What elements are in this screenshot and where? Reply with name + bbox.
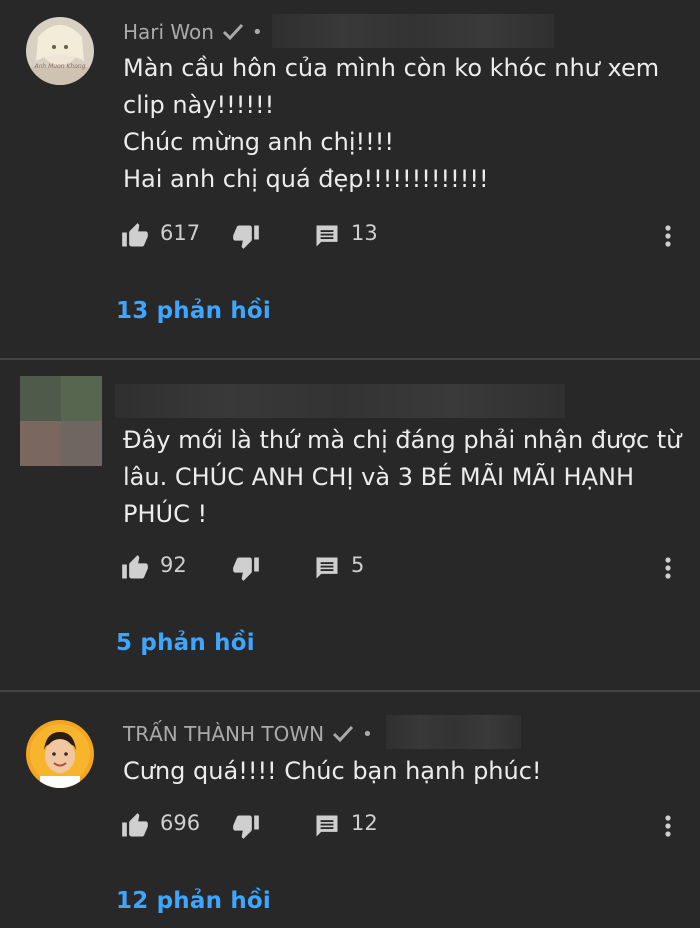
avatar-pixel — [61, 421, 102, 466]
comment-hari-won: Anh Muon Khong Hari Won • Màn cầu hôn củ… — [0, 0, 700, 360]
comment-anonymous: Đây mới là thứ mà chị đáng phải nhận đượ… — [0, 360, 700, 692]
reply-count: 13 — [351, 221, 378, 245]
comment-line: Hai anh chị quá đẹp!!!!!!!!!!!!! — [123, 165, 489, 193]
comment-actions: 617 13 — [0, 219, 700, 253]
comment-icon[interactable] — [313, 222, 341, 250]
avatar-pixel — [61, 376, 102, 421]
avatar[interactable]: Anh Muon Khong — [26, 17, 94, 85]
view-replies-link[interactable]: 13 phản hồi — [116, 298, 271, 324]
comment-author-line: TRẤN THÀNH TOWN • — [123, 719, 373, 749]
comment-actions: 92 5 — [0, 551, 700, 585]
thumbs-down-icon[interactable] — [232, 222, 260, 250]
comment-text: Cưng quá!!!! Chúc bạn hạnh phúc! — [123, 753, 683, 790]
comment-actions: 696 12 — [0, 809, 700, 843]
view-replies-link[interactable]: 5 phản hồi — [116, 630, 255, 656]
reply-count: 12 — [351, 811, 378, 835]
avatar[interactable] — [20, 376, 102, 466]
view-replies-link[interactable]: 12 phản hồi — [116, 888, 271, 914]
thumbs-down-icon[interactable] — [232, 554, 260, 582]
thumbs-down-icon[interactable] — [232, 812, 260, 840]
checkmark-icon — [222, 23, 244, 41]
comment-line: Chúc mừng anh chị!!!! — [123, 128, 394, 156]
checkmark-icon — [332, 725, 354, 743]
comment-line: Đây mới là thứ mà chị đáng phải nhận đượ… — [123, 426, 682, 454]
redacted-timestamp — [272, 14, 554, 48]
comment-text: Màn cầu hôn của mình còn ko khóc như xem… — [123, 50, 683, 198]
avatar[interactable] — [26, 720, 94, 788]
separator-dot: • — [251, 21, 263, 43]
comment-text: Đây mới là thứ mà chị đáng phải nhận đượ… — [123, 422, 683, 533]
comment-line: clip này!!!!!! — [123, 91, 275, 119]
more-vertical-icon[interactable] — [658, 812, 678, 840]
comment-line: Màn cầu hôn của mình còn ko khóc như xem — [123, 54, 660, 82]
thumbs-up-icon[interactable] — [121, 554, 149, 582]
like-count: 92 — [160, 553, 187, 577]
comment-author-line: Hari Won • — [123, 17, 263, 47]
avatar-pixel — [20, 421, 61, 466]
redacted-timestamp — [386, 715, 521, 749]
thumbs-up-icon[interactable] — [121, 222, 149, 250]
avatar-pixel — [20, 376, 61, 421]
separator-dot: • — [362, 723, 373, 745]
comment-icon[interactable] — [313, 812, 341, 840]
more-vertical-icon[interactable] — [658, 222, 678, 250]
comment-icon[interactable] — [313, 554, 341, 582]
redacted-author — [115, 384, 565, 418]
avatar-image — [26, 17, 94, 85]
more-vertical-icon[interactable] — [658, 554, 678, 582]
reply-count: 5 — [351, 553, 365, 577]
author-name[interactable]: TRẤN THÀNH TOWN — [123, 722, 324, 746]
like-count: 696 — [160, 811, 201, 835]
avatar-image — [26, 720, 94, 788]
like-count: 617 — [160, 221, 201, 245]
avatar-caption: Anh Muon Khong — [34, 63, 86, 70]
comment-line: lâu. CHÚC ANH CHỊ và 3 BÉ MÃI MÃI HẠNH — [123, 463, 634, 491]
thumbs-up-icon[interactable] — [121, 812, 149, 840]
comment-tran-thanh-town: TRẤN THÀNH TOWN • Cưng quá!!!! Chúc bạn … — [0, 692, 700, 928]
comment-line: Cưng quá!!!! Chúc bạn hạnh phúc! — [123, 757, 542, 785]
author-name[interactable]: Hari Won — [123, 20, 214, 44]
comment-line: PHÚC ! — [123, 500, 208, 528]
